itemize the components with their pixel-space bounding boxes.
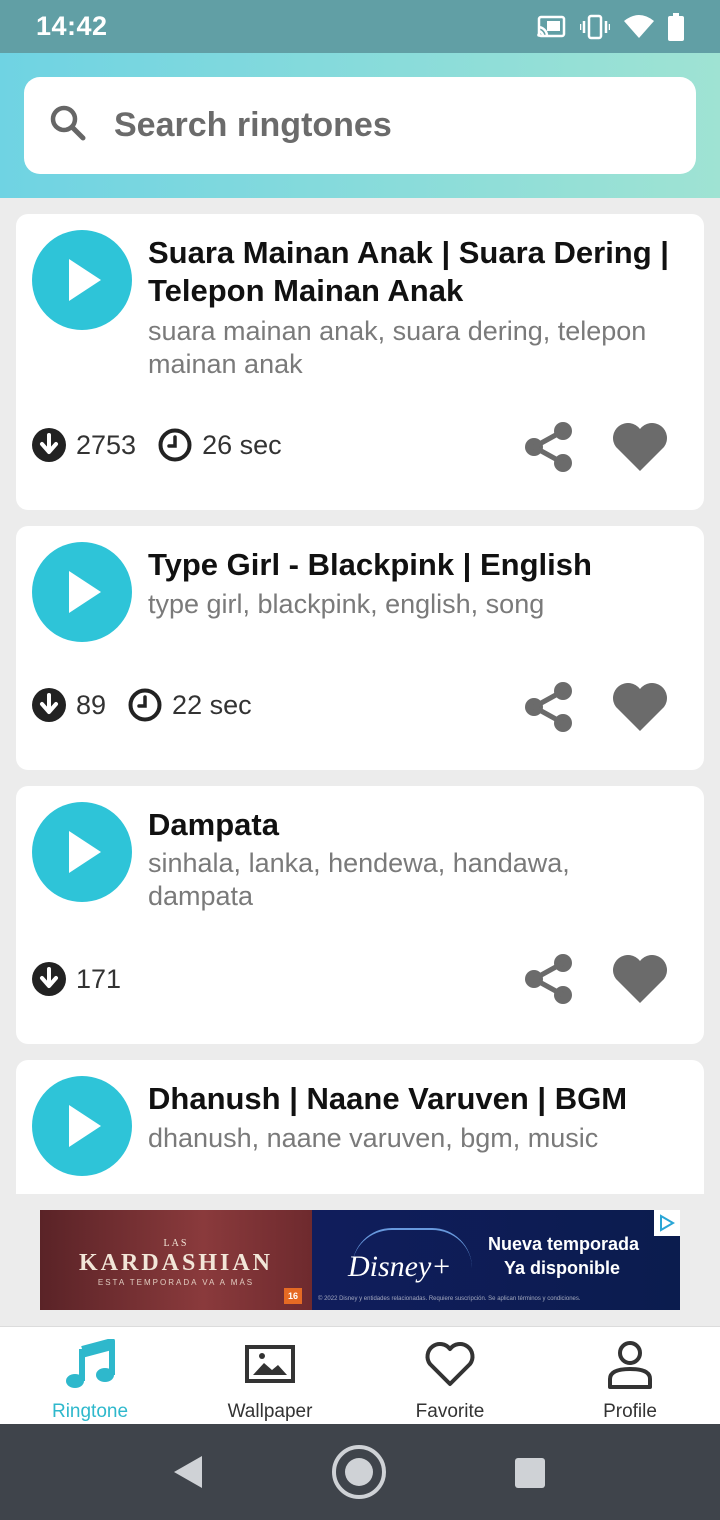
nav-item-profile[interactable]: Profile xyxy=(540,1327,720,1425)
adchoices-button[interactable] xyxy=(654,1210,680,1236)
play-icon xyxy=(69,571,101,613)
download-count-value: 2753 xyxy=(76,429,137,460)
recents-button[interactable] xyxy=(514,1457,546,1489)
ad-brand: Disney+ xyxy=(348,1250,452,1283)
ringtone-title[interactable]: Dhanush | Naane Varuven | BGM xyxy=(148,1080,678,1118)
nav-label-ringtone: Ringtone xyxy=(51,1401,129,1422)
nav-item-wallpaper[interactable]: Wallpaper xyxy=(180,1327,360,1425)
vibrate-icon xyxy=(580,14,610,40)
ad-right-panel: Disney+ Nueva temporada Ya disponible © … xyxy=(312,1210,680,1310)
nav-item-favorite[interactable]: Favorite xyxy=(360,1327,540,1425)
download-icon xyxy=(32,962,66,996)
image-icon xyxy=(245,1345,295,1383)
status-time: 14:42 xyxy=(36,11,108,41)
ad-fine-print: © 2022 Disney y entidades relacionadas. … xyxy=(318,1296,581,1302)
play-icon xyxy=(69,1105,101,1147)
ringtone-tags: dhanush, naane varuven, bgm, music xyxy=(148,1123,599,1153)
nav-label-wallpaper: Wallpaper xyxy=(227,1401,313,1422)
battery-icon xyxy=(668,12,684,41)
heart-icon xyxy=(613,423,667,471)
ringtone-tags: suara mainan anak, suara dering, telepon… xyxy=(148,316,647,379)
home-icon xyxy=(332,1445,386,1499)
ad-left-tagline: ESTA TEMPORADA VA A MÁS xyxy=(97,1278,255,1287)
heart-icon xyxy=(613,683,667,731)
ringtone-card[interactable]: Suara Mainan Anak | Suara Dering | Telep… xyxy=(16,214,704,510)
search-icon xyxy=(50,105,86,146)
play-button[interactable] xyxy=(32,542,132,642)
home-button[interactable] xyxy=(331,1444,387,1500)
status-icons xyxy=(536,12,684,41)
duration-value: 22 sec xyxy=(172,689,252,720)
download-count: 171 xyxy=(32,962,121,996)
search-box[interactable] xyxy=(24,77,696,174)
person-icon xyxy=(608,1341,652,1389)
ad-left-small: LAS xyxy=(163,1238,189,1249)
back-icon xyxy=(174,1456,202,1488)
ringtone-title[interactable]: Type Girl - Blackpink | English xyxy=(148,546,678,584)
ringtone-meta: 2753 26 sec xyxy=(32,428,304,462)
back-button[interactable] xyxy=(172,1454,204,1490)
clock-icon xyxy=(158,428,192,462)
nav-label-favorite: Favorite xyxy=(415,1401,485,1422)
play-button[interactable] xyxy=(32,230,132,330)
heart-icon xyxy=(613,955,667,1003)
ad-left-title: KARDASHIAN xyxy=(78,1250,273,1276)
duration: 26 sec xyxy=(158,428,282,462)
download-icon xyxy=(32,688,66,722)
wifi-icon xyxy=(624,14,654,39)
play-button[interactable] xyxy=(32,1076,132,1176)
clock-icon xyxy=(128,688,162,722)
duration: 22 sec xyxy=(128,688,252,722)
bottom-navigation: Ringtone Wallpaper Favorite Profile xyxy=(0,1326,720,1424)
ad-headline: Nueva temporada xyxy=(488,1234,640,1254)
cast-icon xyxy=(536,15,566,39)
favorite-button[interactable] xyxy=(610,680,670,734)
ringtone-list[interactable]: Suara Mainan Anak | Suara Dering | Telep… xyxy=(0,198,720,1194)
music-note-icon xyxy=(66,1339,115,1388)
download-count-value: 89 xyxy=(76,689,107,720)
recents-icon xyxy=(515,1458,545,1488)
download-icon xyxy=(32,428,66,462)
share-icon xyxy=(525,682,572,732)
ringtone-tags: sinhala, lanka, hendewa, handawa, dampat… xyxy=(148,848,570,911)
adchoices-icon xyxy=(660,1214,675,1232)
system-navigation-bar xyxy=(0,1424,720,1520)
play-icon xyxy=(69,831,101,873)
download-count: 89 xyxy=(32,688,106,722)
ringtone-meta: 89 22 sec xyxy=(32,688,274,722)
share-icon xyxy=(525,954,572,1004)
favorite-button[interactable] xyxy=(610,420,670,474)
heart-outline-icon xyxy=(425,1342,475,1386)
ringtone-card[interactable]: Dhanush | Naane Varuven | BGM dhanush, n… xyxy=(16,1060,704,1194)
share-icon xyxy=(525,422,572,472)
nav-item-ringtone[interactable]: Ringtone xyxy=(0,1327,180,1425)
duration-value: 26 sec xyxy=(202,429,282,460)
favorite-button[interactable] xyxy=(610,952,670,1006)
share-button[interactable] xyxy=(524,422,574,472)
download-count-value: 171 xyxy=(76,963,122,994)
ad-subline: Ya disponible xyxy=(504,1258,621,1278)
play-icon xyxy=(69,259,101,301)
play-button[interactable] xyxy=(32,802,132,902)
ringtone-tags: type girl, blackpink, english, song xyxy=(148,589,545,619)
ringtone-card[interactable]: Dampata sinhala, lanka, hendewa, handawa… xyxy=(16,786,704,1044)
share-button[interactable] xyxy=(524,954,574,1004)
status-bar: 14:42 xyxy=(0,0,720,53)
ad-banner[interactable]: LAS KARDASHIAN ESTA TEMPORADA VA A MÁS 1… xyxy=(40,1210,680,1310)
nav-label-profile: Profile xyxy=(603,1401,657,1422)
ad-left-panel: LAS KARDASHIAN ESTA TEMPORADA VA A MÁS 1… xyxy=(40,1210,312,1310)
ad-rating-badge: 16 xyxy=(284,1288,302,1304)
download-count: 2753 xyxy=(32,428,136,462)
ringtone-meta: 171 xyxy=(32,962,143,996)
ringtone-card[interactable]: Type Girl - Blackpink | English type gir… xyxy=(16,526,704,770)
header xyxy=(0,53,720,198)
ringtone-title[interactable]: Suara Mainan Anak | Suara Dering | Telep… xyxy=(148,234,678,310)
share-button[interactable] xyxy=(524,682,574,732)
search-input[interactable] xyxy=(114,106,634,145)
ringtone-title[interactable]: Dampata xyxy=(148,806,678,844)
